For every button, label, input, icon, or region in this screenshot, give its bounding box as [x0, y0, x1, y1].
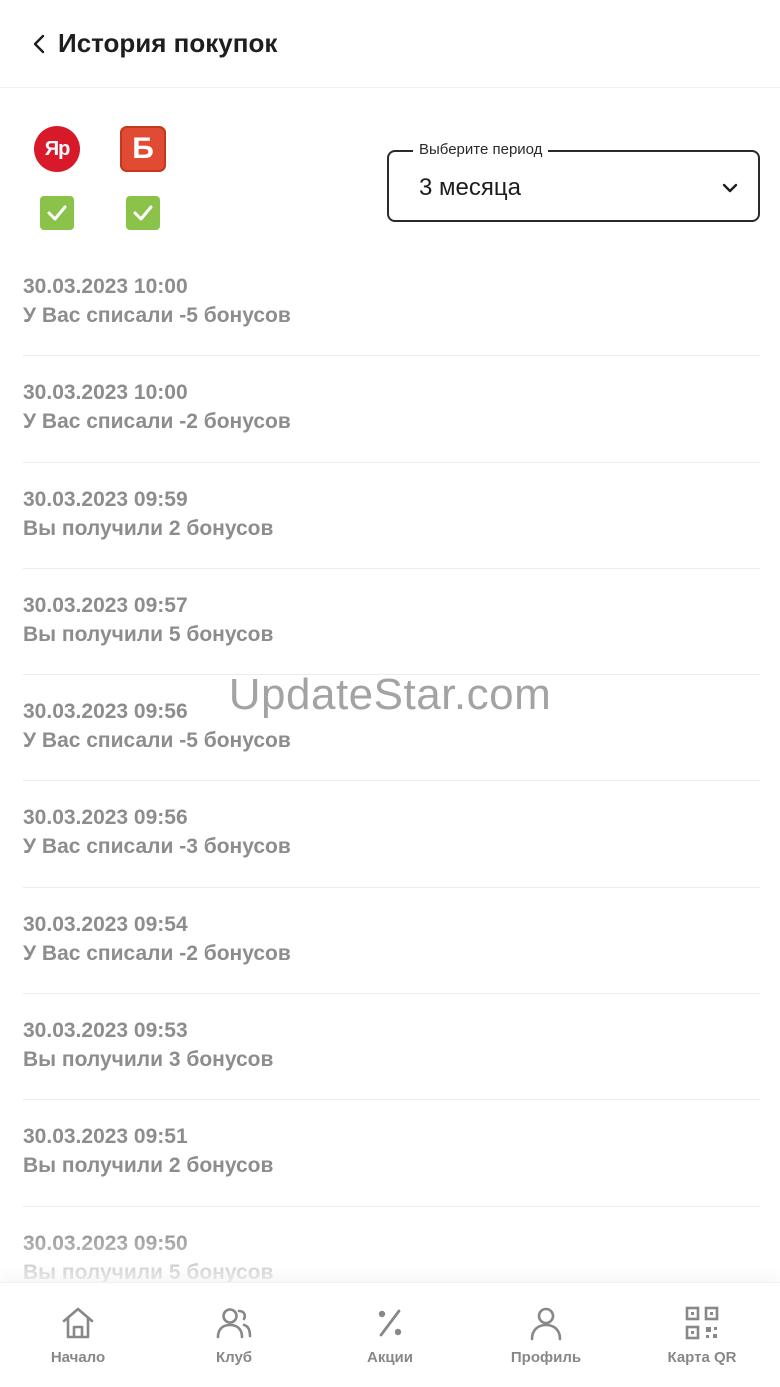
tab-profile-label: Профиль [510, 1349, 582, 1366]
tab-promotions-label: Акции [366, 1349, 413, 1366]
b-store-logo: Б [120, 126, 166, 172]
bottom-tab-bar: Начало Клуб Акции Профиль Карта QR [0, 1282, 780, 1387]
history-item-text: У Вас списали -5 бонусов [23, 729, 291, 753]
b-store-checkbox[interactable] [126, 196, 160, 230]
history-item[interactable]: 30.03.2023 09:53 Вы получили 3 бонусов [23, 994, 760, 1101]
users-icon [216, 1308, 252, 1339]
history-item-date: 30.03.2023 09:50 [23, 1231, 188, 1255]
back-button[interactable] [20, 24, 60, 64]
history-item[interactable]: 30.03.2023 09:56 У Вас списали -3 бонусо… [23, 781, 760, 888]
tab-qr-card[interactable]: Карта QR [624, 1283, 780, 1387]
history-item-text: Вы получили 2 бонусов [23, 1154, 274, 1178]
history-item-date: 30.03.2023 09:54 [23, 912, 188, 936]
checkmark-icon [47, 205, 67, 221]
period-select-value: 3 месяца [419, 174, 521, 201]
tab-qr-card-label: Карта QR [667, 1349, 737, 1366]
history-item-text: У Вас списали -3 бонусов [23, 835, 291, 859]
history-item-date: 30.03.2023 09:56 [23, 806, 188, 830]
history-item[interactable]: 30.03.2023 09:59 Вы получили 2 бонусов [23, 463, 760, 569]
purchase-history-list: 30.03.2023 10:00 У Вас списали -5 бонусо… [23, 250, 760, 1313]
history-item-date: 30.03.2023 09:59 [23, 487, 188, 511]
chevron-down-icon [722, 183, 738, 193]
store-filter-yar: Яр [34, 126, 80, 230]
chevron-left-icon [33, 34, 45, 53]
checkmark-icon [133, 205, 153, 221]
tab-home[interactable]: Начало [0, 1283, 156, 1387]
store-filter-b: Б [120, 126, 166, 230]
profile-icon [530, 1307, 562, 1341]
store-filters: Яр Б [34, 126, 166, 230]
history-item-date: 30.03.2023 09:57 [23, 593, 188, 617]
history-item-text: У Вас списали -2 бонусов [23, 410, 291, 434]
yar-store-checkbox[interactable] [40, 196, 74, 230]
history-item[interactable]: 30.03.2023 09:54 У Вас списали -2 бонусо… [23, 888, 760, 995]
history-item[interactable]: 30.03.2023 10:00 У Вас списали -2 бонусо… [23, 356, 760, 463]
tab-club-label: Клуб [215, 1349, 253, 1366]
history-item-text: У Вас списали -2 бонусов [23, 941, 291, 965]
period-select-label: Выберите период [413, 141, 549, 158]
history-item[interactable]: 30.03.2023 09:51 Вы получили 2 бонусов [23, 1100, 760, 1207]
tab-home-label: Начало [50, 1349, 106, 1366]
history-item[interactable]: 30.03.2023 10:00 У Вас списали -5 бонусо… [23, 250, 760, 357]
history-item-date: 30.03.2023 09:53 [23, 1019, 188, 1043]
qr-code-icon [685, 1306, 719, 1340]
history-item-date: 30.03.2023 10:00 [23, 381, 188, 405]
period-select[interactable]: Выберите период 3 месяца [387, 141, 760, 222]
tab-promotions[interactable]: Акции [312, 1283, 468, 1387]
history-item-text: Вы получили 2 бонусов [23, 516, 274, 540]
history-item-text: Вы получили 3 бонусов [23, 1048, 274, 1072]
history-item-text: Вы получили 5 бонусов [23, 622, 274, 646]
tab-profile[interactable]: Профиль [468, 1283, 624, 1387]
watermark: UpdateStar.com [228, 670, 552, 719]
page-title: История покупок [58, 28, 278, 58]
home-icon [62, 1307, 94, 1339]
yar-store-logo: Яр [34, 126, 80, 172]
app-header: История покупок [0, 0, 780, 88]
history-item-text: У Вас списали -5 бонусов [23, 304, 291, 327]
history-item-date: 30.03.2023 10:00 [23, 275, 188, 298]
percent-icon [378, 1309, 402, 1337]
tab-club[interactable]: Клуб [156, 1283, 312, 1387]
history-item-date: 30.03.2023 09:51 [23, 1125, 188, 1149]
history-item[interactable]: 30.03.2023 09:57 Вы получили 5 бонусов [23, 569, 760, 676]
